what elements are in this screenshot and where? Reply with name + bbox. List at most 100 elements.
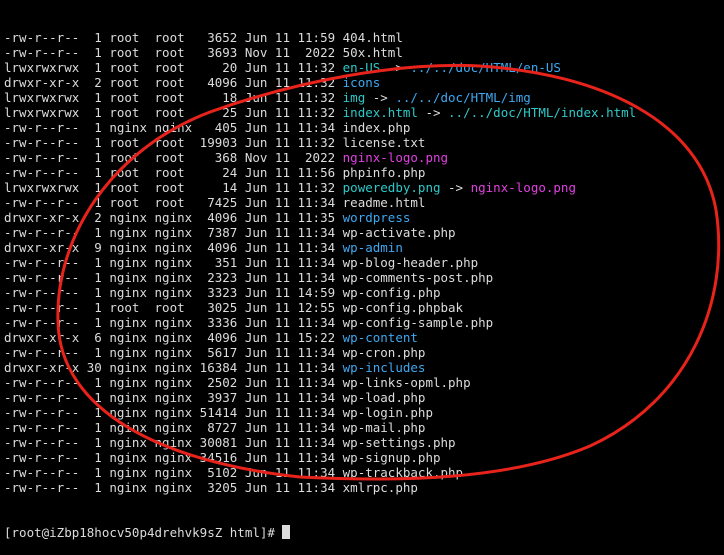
- directory-listing: -rw-r--r-- 1 root root 3652 Jun 11 11:59…: [0, 30, 724, 495]
- symlink-target: ../../doc/HTML/img: [395, 90, 531, 105]
- listing-row: -rw-r--r-- 1 nginx nginx 7387 Jun 11 11:…: [0, 225, 724, 240]
- file-name: 404.html: [342, 30, 403, 45]
- listing-row: -rw-r--r-- 1 nginx nginx 405 Jun 11 11:3…: [0, 120, 724, 135]
- directory-name: wordpress: [342, 210, 411, 225]
- listing-row: lrwxrwxrwx 1 root root 14 Jun 11 11:32 p…: [0, 180, 724, 195]
- symlink-arrow: ->: [365, 90, 396, 105]
- file-name: wp-links-opml.php: [342, 375, 471, 390]
- listing-row: lrwxrwxrwx 1 root root 25 Jun 11 11:32 i…: [0, 105, 724, 120]
- file-metadata: drwxr-xr-x 9 nginx nginx 4096 Jun 11 11:…: [4, 240, 343, 255]
- symlink-target: nginx-logo.png: [470, 180, 576, 195]
- file-name: wp-config-sample.php: [342, 315, 494, 330]
- file-name: nginx-logo.png: [342, 150, 449, 165]
- file-name: wp-signup.php: [342, 450, 441, 465]
- shell-prompt: [root@iZbp18hocv50p4drehvk9sZ html]#: [4, 525, 283, 540]
- file-metadata: drwxr-xr-x 6 nginx nginx 4096 Jun 11 15:…: [4, 330, 343, 345]
- file-metadata: -rw-r--r-- 1 root root 7425 Jun 11 11:34: [4, 195, 343, 210]
- file-name: wp-config.php: [342, 285, 441, 300]
- symlink-arrow: ->: [440, 180, 471, 195]
- listing-row: drwxr-xr-x 6 nginx nginx 4096 Jun 11 15:…: [0, 330, 724, 345]
- file-metadata: lrwxrwxrwx 1 root root 20 Jun 11 11:32: [4, 60, 343, 75]
- directory-name: wp-includes: [342, 360, 426, 375]
- file-name: index.php: [342, 120, 411, 135]
- symlink-arrow: ->: [417, 105, 449, 120]
- file-metadata: -rw-r--r-- 1 root root 24 Jun 11 11:56: [4, 165, 343, 180]
- file-metadata: -rw-r--r-- 1 nginx nginx 5617 Jun 11 11:…: [4, 345, 343, 360]
- file-name: wp-config.phpbak: [342, 300, 464, 315]
- listing-row: -rw-r--r-- 1 nginx nginx 2502 Jun 11 11:…: [0, 375, 724, 390]
- listing-row: -rw-r--r-- 1 root root 3652 Jun 11 11:59…: [0, 30, 724, 45]
- file-name: wp-login.php: [342, 405, 433, 420]
- symlink-name: poweredby.png: [342, 180, 441, 195]
- listing-row: -rw-r--r-- 1 nginx nginx 351 Jun 11 11:3…: [0, 255, 724, 270]
- listing-row: -rw-r--r-- 1 nginx nginx 34516 Jun 11 11…: [0, 450, 724, 465]
- directory-name: wp-admin: [342, 240, 403, 255]
- file-metadata: -rw-r--r-- 1 root root 3025 Jun 11 12:55: [4, 300, 343, 315]
- file-name: wp-blog-header.php: [342, 255, 479, 270]
- listing-row: -rw-r--r-- 1 root root 368 Nov 11 2022 n…: [0, 150, 724, 165]
- listing-row: -rw-r--r-- 1 root root 3025 Jun 11 12:55…: [0, 300, 724, 315]
- file-name: wp-mail.php: [342, 420, 426, 435]
- file-metadata: -rw-r--r-- 1 nginx nginx 7387 Jun 11 11:…: [4, 225, 343, 240]
- file-metadata: -rw-r--r-- 1 root root 368 Nov 11 2022: [4, 150, 343, 165]
- file-name: 50x.html: [342, 45, 403, 60]
- listing-row: -rw-r--r-- 1 nginx nginx 3937 Jun 11 11:…: [0, 390, 724, 405]
- file-metadata: drwxr-xr-x 2 nginx nginx 4096 Jun 11 11:…: [4, 210, 343, 225]
- file-name: wp-activate.php: [342, 225, 456, 240]
- file-metadata: -rw-r--r-- 1 root root 3693 Nov 11 2022: [4, 45, 343, 60]
- file-metadata: -rw-r--r-- 1 nginx nginx 351 Jun 11 11:3…: [4, 255, 343, 270]
- file-name: wp-load.php: [342, 390, 426, 405]
- file-metadata: -rw-r--r-- 1 nginx nginx 405 Jun 11 11:3…: [4, 120, 343, 135]
- file-metadata: lrwxrwxrwx 1 root root 14 Jun 11 11:32: [4, 180, 343, 195]
- file-name: xmlrpc.php: [342, 480, 418, 495]
- file-metadata: -rw-r--r-- 1 root root 19903 Jun 11 11:3…: [4, 135, 343, 150]
- symlink-target: ../../doc/HTML/en-US: [410, 60, 561, 75]
- listing-row: -rw-r--r-- 1 root root 19903 Jun 11 11:3…: [0, 135, 724, 150]
- listing-row: -rw-r--r-- 1 nginx nginx 3323 Jun 11 14:…: [0, 285, 724, 300]
- file-metadata: drwxr-xr-x 30 nginx nginx 16384 Jun 11 1…: [4, 360, 343, 375]
- symlink-arrow: ->: [380, 60, 411, 75]
- directory-name: icons: [342, 75, 381, 90]
- listing-row: -rw-r--r-- 1 nginx nginx 3205 Jun 11 11:…: [0, 480, 724, 495]
- file-metadata: -rw-r--r-- 1 nginx nginx 3336 Jun 11 11:…: [4, 315, 343, 330]
- file-name: readme.html: [342, 195, 426, 210]
- listing-row: -rw-r--r-- 1 nginx nginx 8727 Jun 11 11:…: [0, 420, 724, 435]
- terminal-window[interactable]: -rw-r--r-- 1 root root 3652 Jun 11 11:59…: [0, 0, 724, 540]
- file-name: wp-cron.php: [342, 345, 426, 360]
- file-metadata: -rw-r--r-- 1 nginx nginx 3323 Jun 11 14:…: [4, 285, 343, 300]
- listing-row: lrwxrwxrwx 1 root root 20 Jun 11 11:32 e…: [0, 60, 724, 75]
- listing-row: drwxr-xr-x 2 nginx nginx 4096 Jun 11 11:…: [0, 210, 724, 225]
- symlink-name: en-US: [342, 60, 381, 75]
- file-metadata: drwxr-xr-x 2 root root 4096 Jun 11 11:32: [4, 75, 343, 90]
- symlink-target: ../../doc/HTML/index.html: [448, 105, 637, 120]
- symlink-name: img: [342, 90, 366, 105]
- listing-row: lrwxrwxrwx 1 root root 18 Jun 11 11:32 i…: [0, 90, 724, 105]
- listing-row: drwxr-xr-x 30 nginx nginx 16384 Jun 11 1…: [0, 360, 724, 375]
- file-metadata: lrwxrwxrwx 1 root root 18 Jun 11 11:32: [4, 90, 343, 105]
- file-name: wp-settings.php: [342, 435, 456, 450]
- listing-row: -rw-r--r-- 1 nginx nginx 30081 Jun 11 11…: [0, 435, 724, 450]
- file-metadata: -rw-r--r-- 1 nginx nginx 3937 Jun 11 11:…: [4, 390, 343, 405]
- listing-row: -rw-r--r-- 1 nginx nginx 5102 Jun 11 11:…: [0, 465, 724, 480]
- file-metadata: -rw-r--r-- 1 nginx nginx 3205 Jun 11 11:…: [4, 480, 343, 495]
- file-metadata: -rw-r--r-- 1 nginx nginx 2502 Jun 11 11:…: [4, 375, 343, 390]
- listing-row: -rw-r--r-- 1 root root 7425 Jun 11 11:34…: [0, 195, 724, 210]
- text-cursor: [282, 525, 291, 539]
- file-metadata: -rw-r--r-- 1 nginx nginx 30081 Jun 11 11…: [4, 435, 343, 450]
- listing-row: -rw-r--r-- 1 nginx nginx 51414 Jun 11 11…: [0, 405, 724, 420]
- directory-name: wp-content: [342, 330, 418, 345]
- file-name: license.txt: [342, 135, 426, 150]
- file-metadata: -rw-r--r-- 1 nginx nginx 8727 Jun 11 11:…: [4, 420, 343, 435]
- file-metadata: -rw-r--r-- 1 nginx nginx 34516 Jun 11 11…: [4, 450, 343, 465]
- listing-row: -rw-r--r-- 1 nginx nginx 2323 Jun 11 11:…: [0, 270, 724, 285]
- file-name: phpinfo.php: [342, 165, 426, 180]
- shell-prompt-line[interactable]: [root@iZbp18hocv50p4drehvk9sZ html]#: [0, 525, 724, 540]
- file-metadata: -rw-r--r-- 1 root root 3652 Jun 11 11:59: [4, 30, 343, 45]
- listing-row: drwxr-xr-x 9 nginx nginx 4096 Jun 11 11:…: [0, 240, 724, 255]
- listing-row: drwxr-xr-x 2 root root 4096 Jun 11 11:32…: [0, 75, 724, 90]
- listing-row: -rw-r--r-- 1 root root 24 Jun 11 11:56 p…: [0, 165, 724, 180]
- file-metadata: -rw-r--r-- 1 nginx nginx 5102 Jun 11 11:…: [4, 465, 343, 480]
- listing-row: -rw-r--r-- 1 root root 3693 Nov 11 2022 …: [0, 45, 724, 60]
- file-name: wp-trackback.php: [342, 465, 464, 480]
- file-name: wp-comments-post.php: [342, 270, 494, 285]
